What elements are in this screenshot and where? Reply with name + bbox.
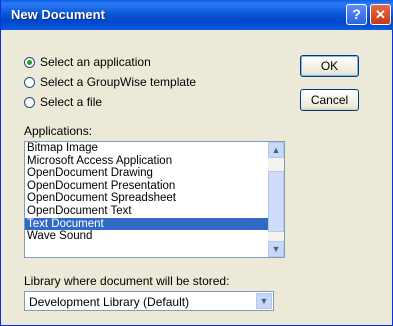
radio-button[interactable] [24, 76, 35, 88]
radio-label: Select a GroupWise template [40, 75, 197, 89]
ok-button[interactable]: OK [300, 55, 359, 77]
scroll-up-icon[interactable]: ▲ [268, 142, 284, 158]
new-document-dialog: New Document ? ✕ Select an application S… [0, 0, 393, 326]
chevron-down-icon[interactable]: ▼ [256, 293, 272, 309]
list-item[interactable]: Microsoft Access Application [25, 155, 284, 168]
close-icon[interactable]: ✕ [370, 4, 391, 25]
title-bar[interactable]: New Document ? ✕ [1, 0, 393, 30]
radio-select-file[interactable]: Select a file [24, 94, 102, 110]
applications-label: Applications: [24, 124, 93, 138]
list-item[interactable]: OpenDocument Spreadsheet [25, 192, 284, 205]
library-select[interactable]: Development Library (Default) ▼ [24, 291, 274, 311]
radio-button[interactable] [24, 96, 35, 108]
help-icon[interactable]: ? [346, 4, 367, 25]
radio-label: Select a file [40, 95, 103, 109]
scroll-down-icon[interactable]: ▼ [268, 241, 284, 257]
radio-button[interactable] [24, 56, 35, 68]
window-title: New Document [11, 7, 105, 22]
list-item[interactable]: OpenDocument Presentation [25, 180, 284, 193]
applications-list[interactable]: Bitmap Image Microsoft Access Applicatio… [24, 141, 285, 258]
list-item[interactable]: Wave Sound [25, 230, 284, 243]
radio-select-groupwise-template[interactable]: Select a GroupWise template [24, 74, 196, 90]
library-value: Development Library (Default) [29, 295, 190, 309]
radio-label: Select an application [40, 55, 151, 69]
list-item-selected[interactable]: Text Document [25, 217, 284, 231]
radio-select-application[interactable]: Select an application [24, 54, 151, 70]
list-scrollbar[interactable]: ▲ ▼ [268, 142, 284, 257]
list-item[interactable]: OpenDocument Text [25, 205, 284, 218]
cancel-button[interactable]: Cancel [300, 89, 359, 111]
list-item[interactable]: OpenDocument Drawing [25, 167, 284, 180]
library-label: Library where document will be stored: [24, 274, 230, 288]
scroll-thumb[interactable] [268, 171, 284, 232]
list-item[interactable]: Bitmap Image [25, 142, 284, 155]
